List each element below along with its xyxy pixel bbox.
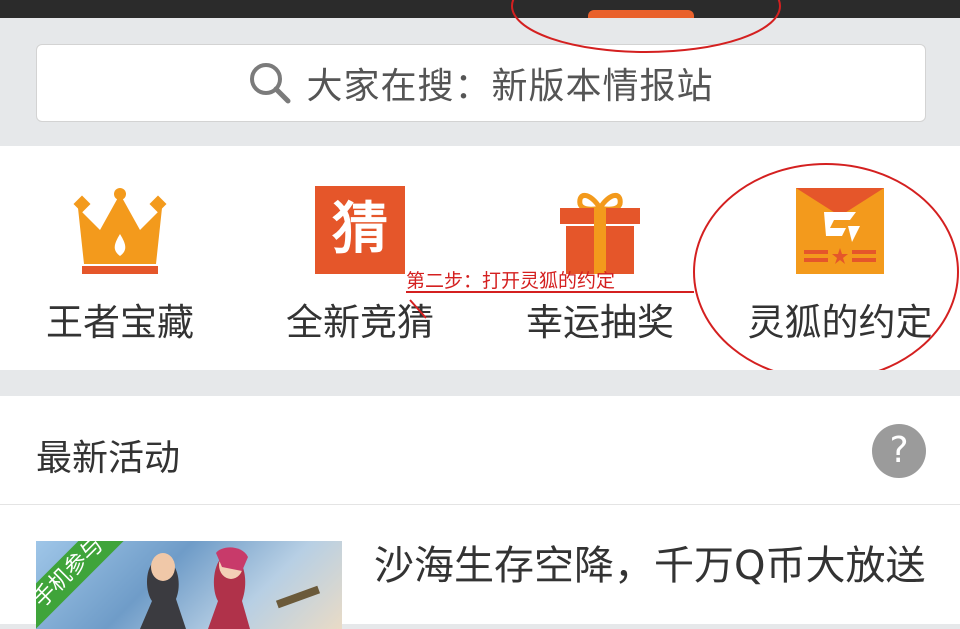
search-icon [250, 63, 291, 104]
search-area: 大家在搜：新版本情报站 [0, 18, 960, 146]
latest-activity-header: 最新活动 ? [0, 396, 960, 505]
feature-item-quanxin-jingcai[interactable]: 猜 全新竞猜 [240, 146, 480, 370]
feature-grid: 王者宝藏 猜 全新竞猜 幸运抽奖 灵狐的约定 [0, 146, 960, 370]
search-input[interactable]: 大家在搜：新版本情报站 [36, 44, 926, 122]
section-divider [0, 370, 960, 396]
feature-label: 灵狐的约定 [747, 301, 933, 344]
activity-thumbnail: 手机参与 [36, 541, 342, 629]
activity-card[interactable]: 手机参与 沙海生存空降，千万Q币大放送 [0, 505, 960, 629]
annotation-text: 第二步：打开灵狐的约定 [406, 270, 616, 292]
feature-item-linghu-yueding[interactable]: 灵狐的约定 [720, 146, 960, 370]
search-placeholder: 大家在搜：新版本情报站 [306, 66, 714, 107]
gift-icon [560, 193, 640, 274]
feature-label: 幸运抽奖 [526, 301, 674, 344]
feature-label: 王者宝藏 [46, 301, 194, 344]
feature-label: 全新竞猜 [286, 301, 434, 344]
crown-icon [73, 188, 167, 274]
feature-item-wangzhe-baozang[interactable]: 王者宝藏 [0, 146, 240, 370]
activity-headline: 沙海生存空降，千万Q币大放送 [374, 543, 926, 589]
feature-item-xingyun-choujiang[interactable]: 幸运抽奖 [480, 146, 720, 370]
section-title: 最新活动 [36, 438, 181, 479]
guess-icon: 猜 [315, 186, 405, 274]
help-icon[interactable]: ? [872, 424, 926, 478]
top-status-bar [0, 0, 960, 20]
cf-envelope-icon [796, 188, 884, 274]
